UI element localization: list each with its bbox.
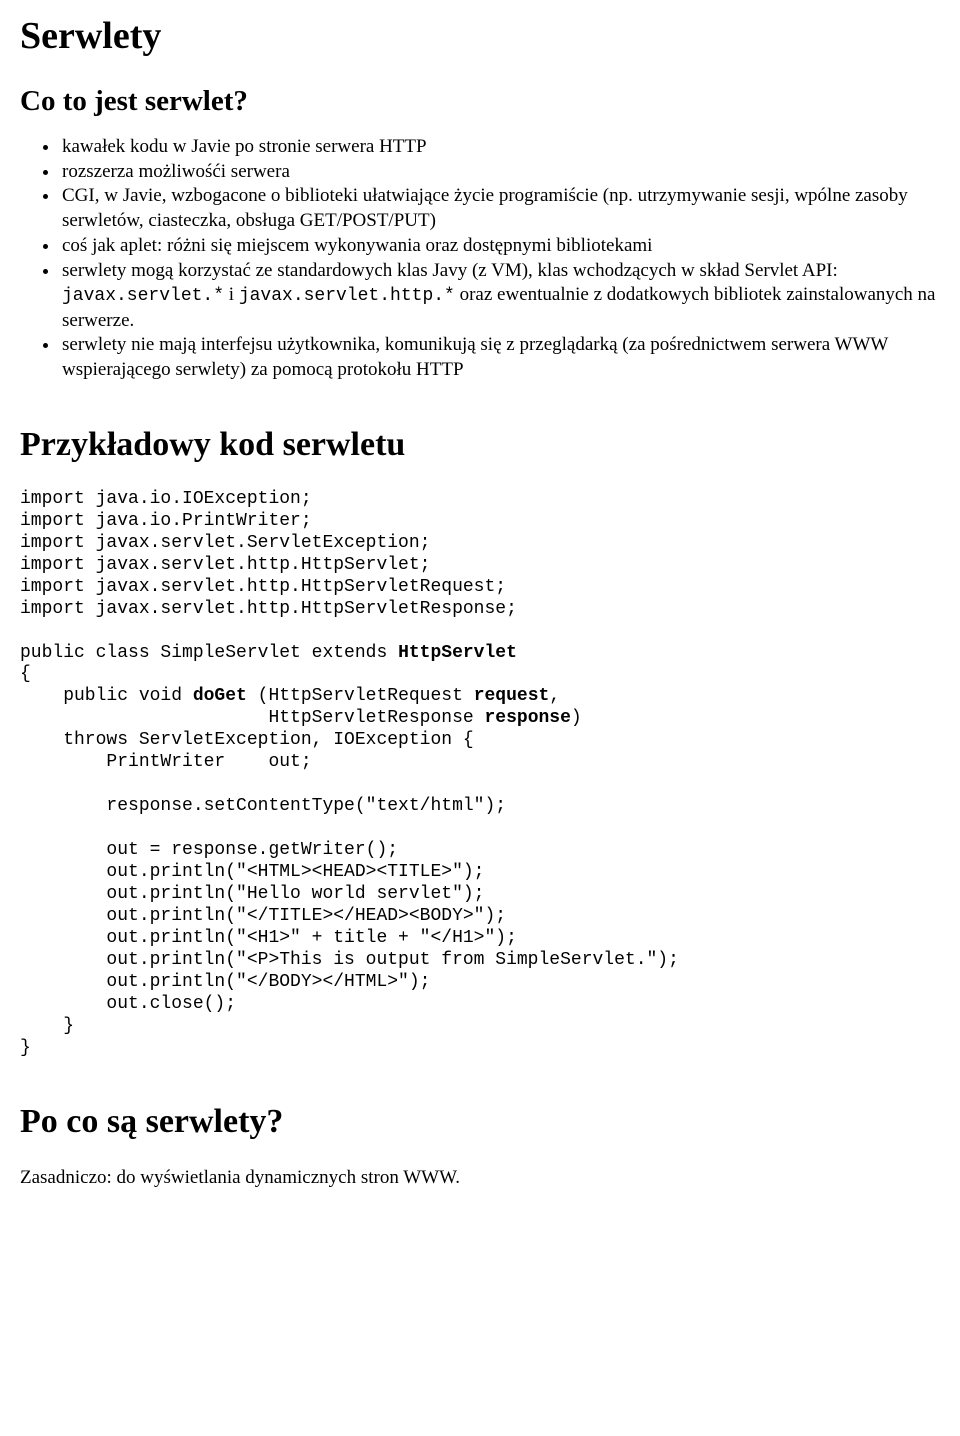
code-line: HttpServletResponse response) <box>20 708 582 728</box>
code-line: out.println("<P>This is output from Simp… <box>20 950 679 970</box>
code-line: import javax.servlet.http.HttpServlet; <box>20 555 430 575</box>
list-item: rozszerza możliwośći serwera <box>60 160 940 185</box>
code-line: public void doGet (HttpServletRequest re… <box>20 686 560 706</box>
list-item: CGI, w Javie, wzbogacone o biblioteki uł… <box>60 184 940 233</box>
code-inline: javax.servlet.http.* <box>239 286 455 306</box>
section-heading-example-code: Przykładowy kod serwletu <box>20 423 940 467</box>
code-fragment: public class SimpleServlet extends <box>20 643 398 663</box>
code-fragment-bold: HttpServlet <box>398 643 517 663</box>
code-line: public class SimpleServlet extends HttpS… <box>20 643 517 663</box>
code-fragment-bold: request <box>474 686 550 706</box>
text-fragment: serwlety mogą korzystać ze standardowych… <box>62 260 838 281</box>
page-title: Serwlety <box>20 12 940 61</box>
code-line: throws ServletException, IOException { <box>20 730 474 750</box>
section-heading-why-servlets: Po co są serwlety? <box>20 1100 940 1144</box>
list-item: coś jak aplet: różni się miejscem wykony… <box>60 234 940 259</box>
code-fragment: (HttpServletRequest <box>247 686 474 706</box>
code-line: } <box>20 1038 31 1058</box>
code-fragment-bold: doGet <box>193 686 247 706</box>
code-line: out.println("<HTML><HEAD><TITLE>"); <box>20 862 484 882</box>
code-line: response.setContentType("text/html"); <box>20 796 506 816</box>
code-inline: javax.servlet.* <box>62 286 224 306</box>
paragraph: Zasadniczo: do wyświetlania dynamicznych… <box>20 1166 940 1191</box>
code-fragment: public void <box>20 686 193 706</box>
code-line: out.println("</BODY></HTML>"); <box>20 972 430 992</box>
code-block: import java.io.IOException; import java.… <box>20 489 940 1060</box>
code-line: import java.io.PrintWriter; <box>20 511 312 531</box>
list-item: kawałek kodu w Javie po stronie serwera … <box>60 135 940 160</box>
list-item: serwlety nie mają interfejsu użytkownika… <box>60 333 940 382</box>
code-line: out.println("<H1>" + title + "</H1>"); <box>20 928 517 948</box>
code-line: out = response.getWriter(); <box>20 840 398 860</box>
code-fragment: HttpServletResponse <box>20 708 484 728</box>
list-item: serwlety mogą korzystać ze standardowych… <box>60 259 940 334</box>
code-line: out.println("Hello world servlet"); <box>20 884 484 904</box>
code-line: } <box>20 1016 74 1036</box>
code-fragment-bold: response <box>484 708 570 728</box>
text-fragment: i <box>224 284 239 305</box>
code-line: import javax.servlet.ServletException; <box>20 533 430 553</box>
code-line: out.close(); <box>20 994 236 1014</box>
code-line: out.println("</TITLE></HEAD><BODY>"); <box>20 906 506 926</box>
bullet-list: kawałek kodu w Javie po stronie serwera … <box>32 135 940 383</box>
code-line: import java.io.IOException; <box>20 489 312 509</box>
code-line: import javax.servlet.http.HttpServletRes… <box>20 599 517 619</box>
code-fragment: , <box>549 686 560 706</box>
section-heading-what-is-servlet: Co to jest serwlet? <box>20 83 940 121</box>
code-line: { <box>20 664 31 684</box>
code-line: PrintWriter out; <box>20 752 312 772</box>
code-fragment: ) <box>571 708 582 728</box>
code-line: import javax.servlet.http.HttpServletReq… <box>20 577 506 597</box>
